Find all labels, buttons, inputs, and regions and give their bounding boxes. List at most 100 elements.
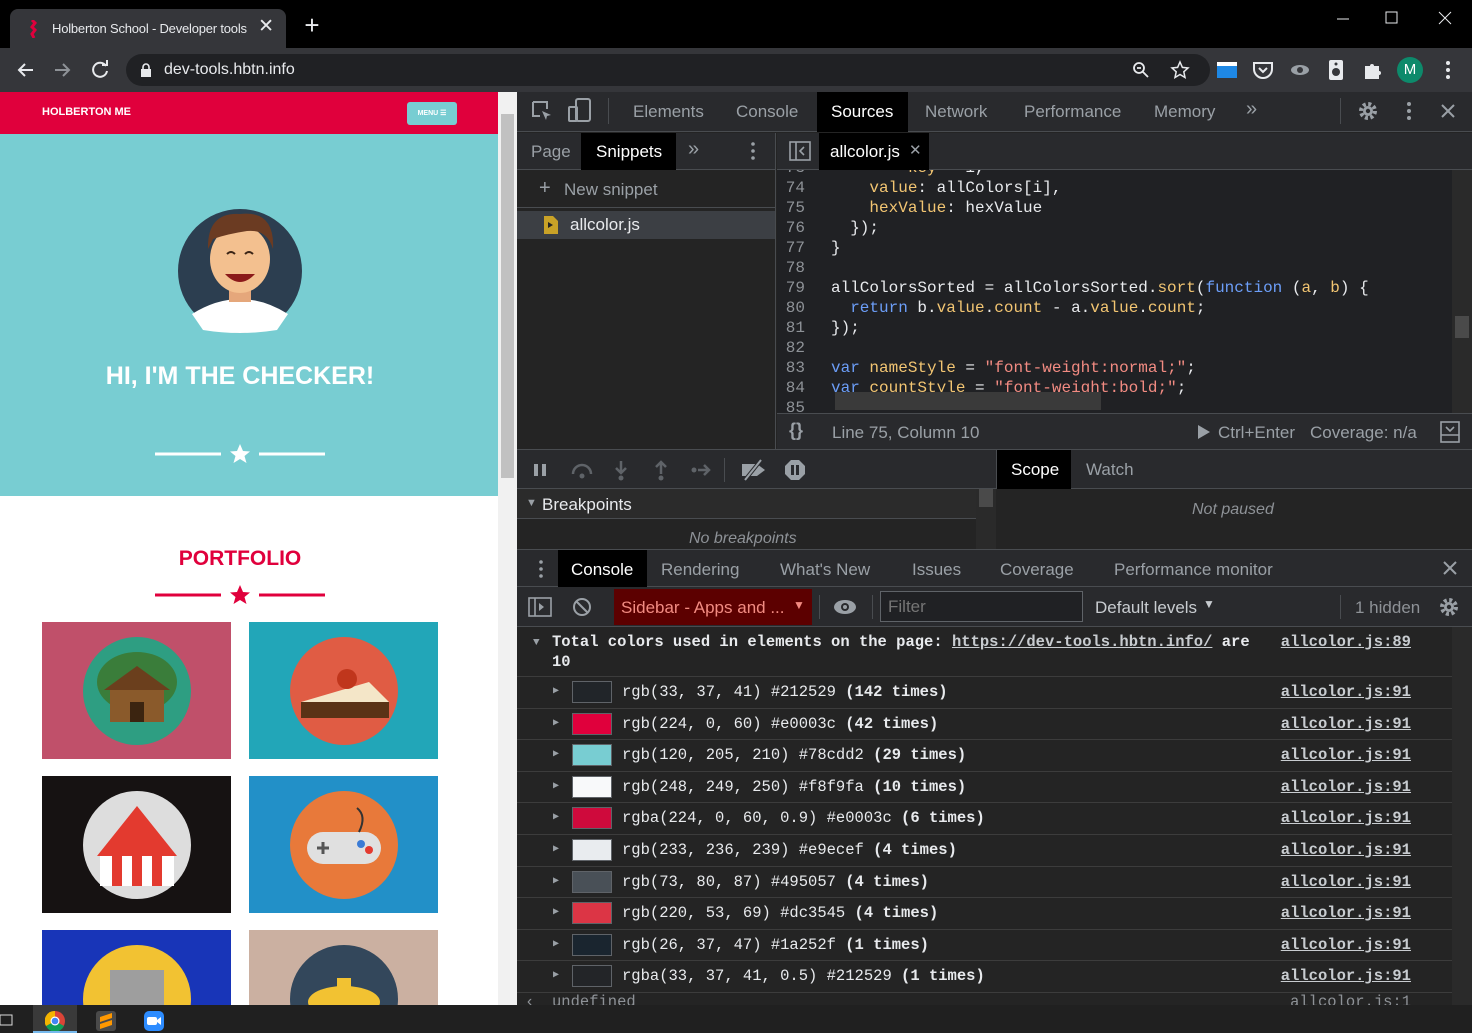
menu-button[interactable]: MENU ☰ (407, 102, 457, 125)
devtools-menu-icon[interactable] (1398, 100, 1420, 122)
nav-tab-snippets[interactable]: Snippets (596, 142, 662, 162)
extension-window-icon[interactable] (1215, 58, 1239, 82)
step-icon[interactable] (690, 462, 712, 478)
context-selector[interactable]: Sidebar - Apps and ... ▼ (614, 589, 812, 625)
code-line[interactable]: 74 value: allColors[i], (777, 178, 1452, 198)
address-bar[interactable]: dev-tools.hbtn.info (126, 54, 1210, 86)
drawer-menu-icon[interactable] (532, 559, 550, 579)
debugger-scrollbar-thumb[interactable] (979, 489, 993, 507)
editor-hscrollbar-thumb[interactable] (835, 392, 1101, 410)
console-filter-input[interactable] (880, 591, 1083, 622)
minimize-button[interactable] (1320, 6, 1366, 30)
console-settings-gear-icon[interactable] (1438, 596, 1460, 618)
pause-icon[interactable] (532, 462, 548, 478)
new-snippet-button[interactable]: + New snippet (517, 170, 775, 208)
step-into-icon[interactable] (613, 460, 629, 482)
drawer-tab-console[interactable]: Console (571, 560, 633, 580)
source-link[interactable]: allcolor.js:1 (1290, 993, 1411, 1005)
close-drawer-icon[interactable] (1441, 559, 1459, 577)
line-number[interactable]: 82 (777, 338, 831, 358)
code-line[interactable]: 83 var nameStyle = "font-weight:normal;"; (777, 358, 1452, 378)
extension-speaker-icon[interactable] (1324, 58, 1348, 82)
zoom-icon[interactable] (1132, 61, 1150, 79)
console-row[interactable]: ▶ rgb(26, 37, 47) #1a252f (1 times) allcol… (517, 930, 1452, 962)
code-line[interactable]: 77} (777, 238, 1452, 258)
expand-row-icon[interactable]: ▶ (553, 938, 559, 950)
bookmark-star-icon[interactable] (1170, 60, 1190, 80)
console-row[interactable]: ▶ rgb(220, 53, 69) #dc3545 (4 times) allco… (517, 898, 1452, 930)
line-number[interactable]: 78 (777, 258, 831, 278)
step-over-icon[interactable] (569, 460, 595, 480)
console-row[interactable]: ▶ rgb(73, 80, 87) #495057 (4 times) allcol… (517, 867, 1452, 899)
pocket-icon[interactable] (1251, 58, 1275, 82)
run-shortcut[interactable]: Ctrl+Enter (1218, 423, 1295, 443)
editor-file-tab[interactable]: allcolor.js ✕ (819, 133, 929, 170)
nav-tab-page[interactable]: Page (531, 142, 571, 162)
more-nav-tabs-icon[interactable]: » (688, 138, 699, 161)
taskbar-zoom[interactable] (132, 1005, 176, 1033)
close-devtools-icon[interactable] (1438, 101, 1458, 121)
taskbar-chrome[interactable] (33, 1005, 77, 1033)
source-link[interactable]: allcolor.js:91 (1281, 904, 1411, 922)
deactivate-breakpoints-icon[interactable] (739, 459, 769, 481)
snippet-item-allcolor[interactable]: allcolor.js (517, 211, 775, 239)
code-line[interactable]: 82 (777, 338, 1452, 358)
expand-row-icon[interactable]: ▶ (553, 748, 559, 760)
breakpoints-section-header[interactable]: ▼ Breakpoints (517, 489, 976, 519)
code-line[interactable]: 81}); (777, 318, 1452, 338)
scrollbar-thumb[interactable] (501, 114, 514, 478)
portfolio-tile-cabin[interactable] (42, 622, 231, 759)
reload-icon[interactable] (88, 58, 112, 82)
tab-performance[interactable]: Performance (1024, 102, 1121, 122)
portfolio-tile-cake[interactable] (249, 622, 438, 759)
live-expression-eye-icon[interactable] (833, 598, 857, 616)
source-link[interactable]: allcolor.js:91 (1281, 778, 1411, 796)
expand-row-icon[interactable]: ▶ (553, 717, 559, 729)
inspect-element-icon[interactable] (530, 99, 554, 123)
header-link[interactable]: https://dev-tools.hbtn.info/ (952, 633, 1212, 651)
more-tabs-icon[interactable]: » (1246, 98, 1257, 121)
drawer-tab-rendering[interactable]: Rendering (661, 560, 739, 580)
source-link[interactable]: allcolor.js:89 (1281, 633, 1411, 651)
back-icon[interactable] (14, 58, 38, 82)
toggle-debugger-icon[interactable] (1439, 420, 1461, 444)
line-number[interactable]: 84 (777, 378, 831, 398)
portfolio-tile-safe[interactable] (42, 930, 231, 1005)
code-line[interactable]: 80 return b.value.count - a.value.count; (777, 298, 1452, 318)
line-number[interactable]: 85 (777, 398, 831, 413)
code-line[interactable]: 73 key i, (777, 170, 1452, 178)
toggle-navigator-icon[interactable] (789, 141, 811, 161)
code-line[interactable]: 76 }); (777, 218, 1452, 238)
console-scrollbar[interactable] (1452, 627, 1472, 1005)
settings-gear-icon[interactable] (1357, 100, 1379, 122)
line-number[interactable]: 80 (777, 298, 831, 318)
line-number[interactable]: 75 (777, 198, 831, 218)
source-link[interactable]: allcolor.js:91 (1281, 967, 1411, 985)
code-lines[interactable]: 73 key i,74 value: allColors[i],75 hexVa… (777, 170, 1452, 413)
expand-row-icon[interactable]: ▶ (553, 780, 559, 792)
expand-row-icon[interactable]: ▶ (553, 811, 559, 823)
line-number[interactable]: 81 (777, 318, 831, 338)
console-row[interactable]: ▶ rgb(248, 249, 250) #f8f9fa (10 times) al… (517, 772, 1452, 804)
expand-row-icon[interactable]: ▶ (553, 843, 559, 855)
source-link[interactable]: allcolor.js:91 (1281, 873, 1411, 891)
code-line[interactable]: 78 (777, 258, 1452, 278)
extensions-puzzle-icon[interactable] (1361, 58, 1385, 82)
drawer-tab-coverage[interactable]: Coverage (1000, 560, 1074, 580)
run-snippet-icon[interactable] (1197, 424, 1211, 440)
tab-close-icon[interactable]: ✕ (258, 15, 274, 38)
browser-tab[interactable]: Holberton School - Developer tools ✕ (10, 9, 286, 48)
pretty-print-icon[interactable]: {} (789, 420, 803, 441)
console-row[interactable]: ▶ rgba(33, 37, 41, 0.5) #212529 (1 times)… (517, 961, 1452, 993)
chrome-menu-icon[interactable] (1436, 58, 1460, 82)
portfolio-tile-circus[interactable] (42, 776, 231, 913)
source-link[interactable]: allcolor.js:91 (1281, 746, 1411, 764)
extension-eye-icon[interactable] (1288, 58, 1312, 82)
expand-group-icon[interactable]: ▼ (533, 637, 540, 649)
profile-avatar[interactable]: M (1397, 57, 1423, 83)
tab-scope[interactable]: Scope (1011, 460, 1059, 480)
source-link[interactable]: allcolor.js:91 (1281, 936, 1411, 954)
line-number[interactable]: 77 (777, 238, 831, 258)
maximize-button[interactable] (1368, 6, 1414, 30)
source-link[interactable]: allcolor.js:91 (1281, 715, 1411, 733)
